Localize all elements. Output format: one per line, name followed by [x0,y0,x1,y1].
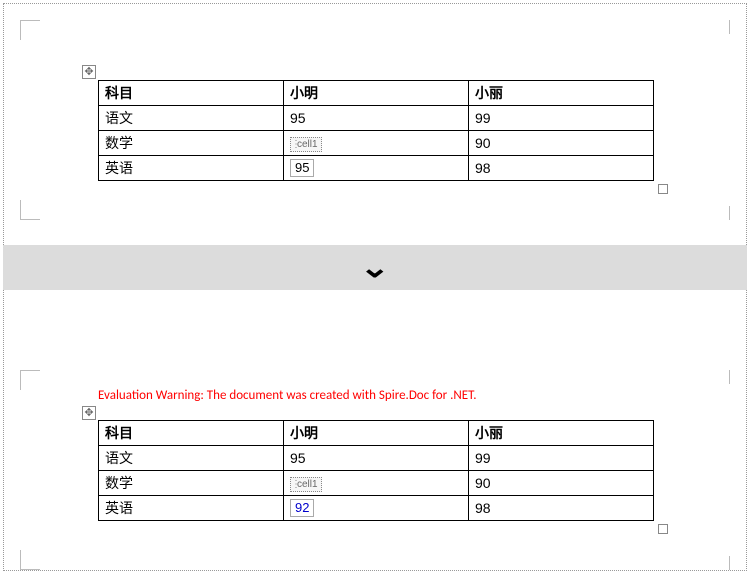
form-field-value[interactable]: 92 [290,499,314,517]
header-student2: 小丽 [469,81,654,106]
table-row: 语文 95 99 [99,106,654,131]
divider-band: ⌄ [3,245,747,290]
header-student1: 小明 [284,81,469,106]
cell-value[interactable]: 98 [469,496,654,521]
grades-table-before: 科目 小明 小丽 语文 95 99 数学 ⋮cell1 90 英语 95 [98,80,654,181]
grades-table-after: 科目 小明 小丽 语文 95 99 数学 ⋮cell1 90 英语 92 [98,420,654,521]
table-row: 数学 ⋮cell1 90 [99,471,654,496]
cell-content-control[interactable]: ⋮cell1 [284,131,469,156]
evaluation-warning-text: Evaluation Warning: The document was cre… [98,388,476,403]
content-control-tag[interactable]: ⋮cell1 [290,477,322,492]
cell-form-field[interactable]: 95 [284,156,469,181]
header-subject: 科目 [99,81,284,106]
chevron-down-icon: ⌄ [360,251,391,284]
table-move-handle-icon[interactable]: ✥ [82,406,96,420]
cell-value[interactable]: 98 [469,156,654,181]
cell-subject[interactable]: 英语 [99,156,284,181]
cell-subject[interactable]: 英语 [99,496,284,521]
table-header-row: 科目 小明 小丽 [99,81,654,106]
header-student1: 小明 [284,421,469,446]
crop-mark [710,556,730,570]
crop-mark [710,20,730,34]
cell-subject[interactable]: 数学 [99,131,284,156]
cell-value[interactable]: 95 [284,446,469,471]
crop-mark [20,550,40,570]
table-resize-handle[interactable] [658,524,668,534]
cell-form-field[interactable]: 92 [284,496,469,521]
content-control-label: cell1 [297,479,318,490]
table-header-row: 科目 小明 小丽 [99,421,654,446]
cell-value[interactable]: 99 [469,446,654,471]
cell-value[interactable]: 95 [284,106,469,131]
content-control-label: cell1 [297,139,318,150]
content-control-tag[interactable]: ⋮cell1 [290,137,322,152]
crop-mark [710,370,730,384]
table-move-handle-icon[interactable]: ✥ [82,65,96,79]
cell-content-control[interactable]: ⋮cell1 [284,471,469,496]
crop-mark [20,200,40,220]
cell-value[interactable]: 90 [469,131,654,156]
table-row: 语文 95 99 [99,446,654,471]
cell-subject[interactable]: 语文 [99,446,284,471]
cell-subject[interactable]: 数学 [99,471,284,496]
crop-mark [20,370,40,390]
header-student2: 小丽 [469,421,654,446]
table-row: 英语 92 98 [99,496,654,521]
crop-mark [20,20,40,40]
table-row: 数学 ⋮cell1 90 [99,131,654,156]
table-resize-handle[interactable] [658,184,668,194]
table-row: 英语 95 98 [99,156,654,181]
document-panel-after: Evaluation Warning: The document was cre… [20,370,730,570]
cell-value[interactable]: 99 [469,106,654,131]
form-field-value[interactable]: 95 [290,159,314,177]
cell-subject[interactable]: 语文 [99,106,284,131]
crop-mark [710,206,730,220]
cell-value[interactable]: 90 [469,471,654,496]
header-subject: 科目 [99,421,284,446]
document-panel-before: ✥ 科目 小明 小丽 语文 95 99 数学 ⋮cell1 90 英语 [20,20,730,220]
